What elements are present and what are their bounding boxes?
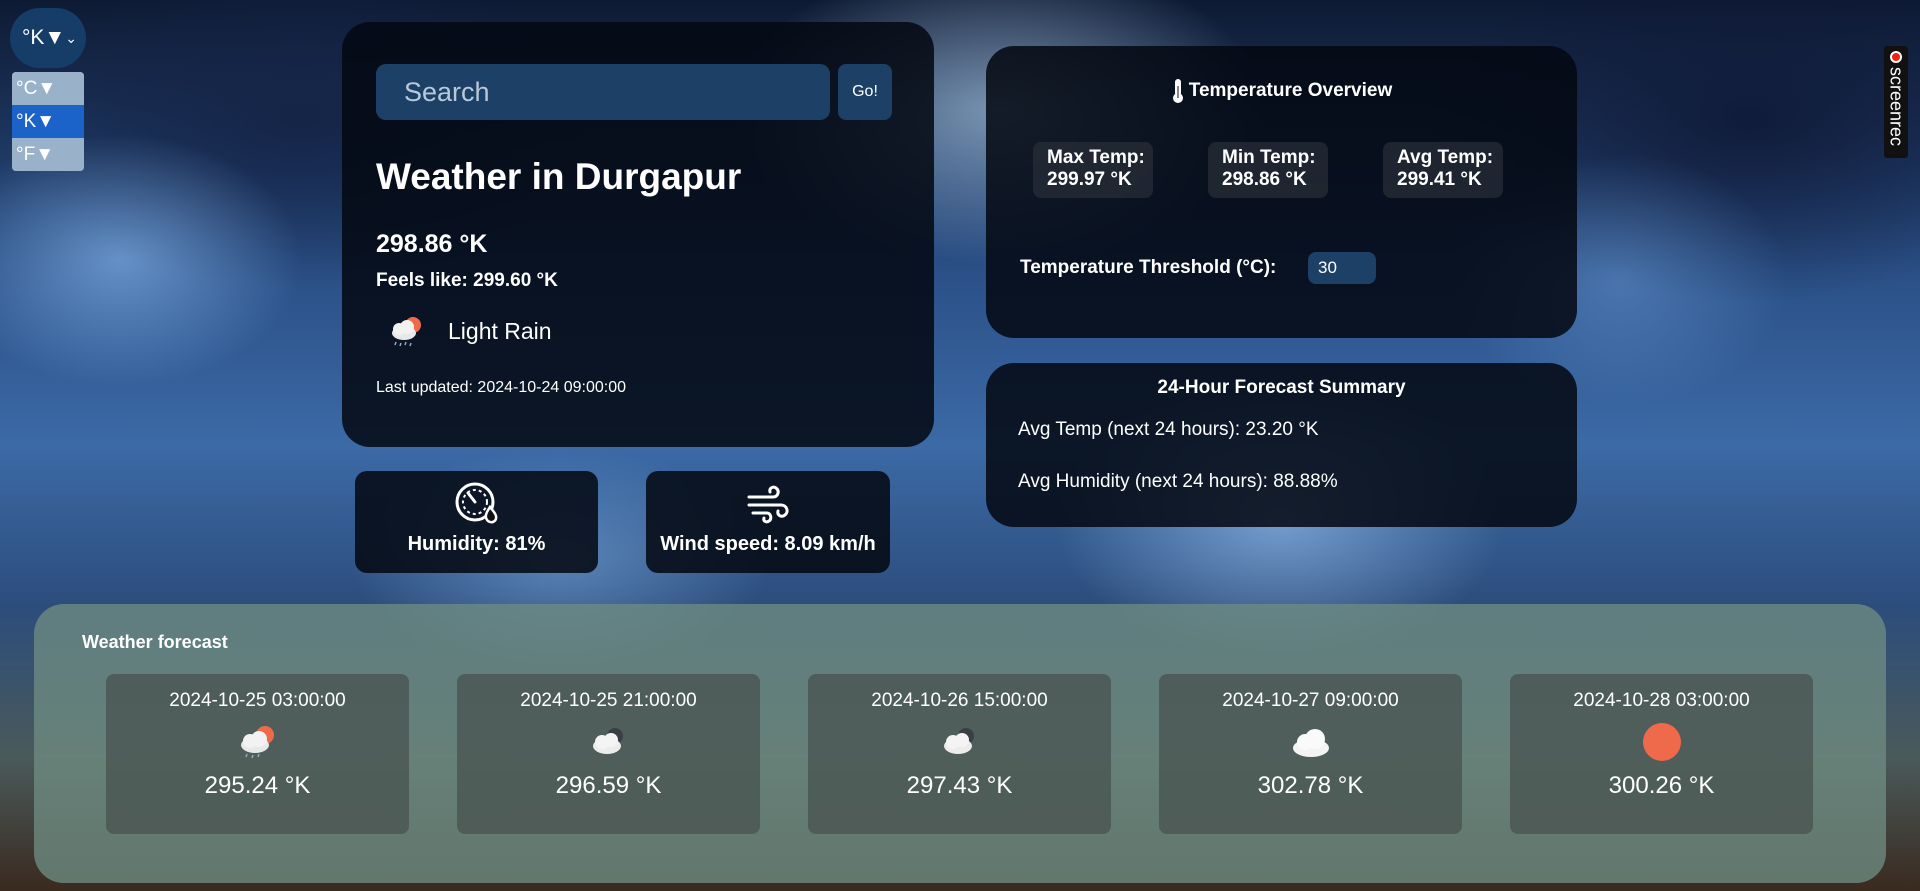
- humidity-label: Humidity: 81%: [407, 533, 546, 555]
- feels-like: Feels like: 299.60 °K: [376, 270, 558, 291]
- avg-temp-label: Avg Temp:: [1397, 147, 1494, 168]
- avg-temp-box: Avg Temp: 299.41 °K: [1383, 142, 1503, 198]
- forecast-temp: 302.78 °K: [1257, 772, 1364, 799]
- sun-icon: [1642, 723, 1681, 761]
- wind-card: Wind speed: 8.09 km/h: [646, 471, 890, 573]
- forecast-date: 2024-10-27 09:00:00: [1222, 690, 1399, 711]
- humidity-gauge-icon: [455, 482, 497, 524]
- condition-text: Light Rain: [448, 318, 552, 344]
- overview-title: Temperature Overview: [986, 78, 1577, 104]
- unit-option-fahrenheit[interactable]: °F▼: [12, 138, 84, 171]
- forecast-item: 2024-10-26 15:00:00 297.43 °K: [808, 674, 1111, 834]
- min-temp-value: 298.86 °K: [1222, 169, 1307, 190]
- wind-icon: [747, 485, 789, 524]
- forecast-date: 2024-10-25 21:00:00: [520, 690, 697, 711]
- forecast-24h-title: 24-Hour Forecast Summary: [1157, 377, 1406, 398]
- forecast-temp: 295.24 °K: [204, 772, 311, 799]
- wind-label: Wind speed: 8.09 km/h: [660, 533, 876, 555]
- forecast-item: 2024-10-28 03:00:00 300.26 °K: [1510, 674, 1813, 834]
- forecast-item: 2024-10-25 03:00:00 295.24 °K: [106, 674, 409, 834]
- forecast-date: 2024-10-26 15:00:00: [871, 690, 1048, 711]
- humidity-card: Humidity: 81%: [355, 471, 598, 573]
- current-temperature: 298.86 °K: [376, 230, 488, 258]
- max-temp-box: Max Temp: 299.97 °K: [1033, 142, 1153, 198]
- cloud-moon-icon: [592, 728, 623, 754]
- forecast-item: 2024-10-27 09:00:00 302.78 °K: [1159, 674, 1462, 834]
- forecast-heading: Weather forecast: [82, 632, 228, 652]
- unit-options-list: °C▼ °K▼ °F▼: [12, 72, 84, 171]
- avg-temp-value: 299.41 °K: [1397, 169, 1482, 190]
- forecast-date: 2024-10-28 03:00:00: [1573, 690, 1750, 711]
- max-temp-label: Max Temp:: [1047, 147, 1145, 168]
- screenrec-badge[interactable]: screenrec: [1884, 46, 1908, 158]
- avg-humidity-24h: Avg Humidity (next 24 hours): 88.88%: [1018, 471, 1338, 492]
- unit-select[interactable]: °K▼ ⌄: [10, 8, 86, 68]
- current-weather-card: Go! Weather in Durgapur 298.86 °K Feels …: [342, 22, 934, 447]
- threshold-input[interactable]: [1308, 252, 1376, 284]
- forecast-temp: 296.59 °K: [555, 772, 662, 799]
- city-title: Weather in Durgapur: [376, 156, 742, 197]
- screenrec-label: screenrec: [1886, 67, 1907, 147]
- record-dot-icon: [1890, 51, 1902, 63]
- min-temp-box: Min Temp: 298.86 °K: [1208, 142, 1328, 198]
- cloud-sun-rain-icon: [392, 317, 421, 347]
- overview-title-text: Temperature Overview: [1188, 80, 1393, 102]
- min-temp-label: Min Temp:: [1222, 147, 1316, 168]
- forecast-24h-card: 24-Hour Forecast Summary Avg Temp (next …: [986, 363, 1577, 527]
- cloud-moon-icon: [943, 728, 974, 754]
- forecast-temp: 300.26 °K: [1608, 772, 1715, 799]
- threshold-label: Temperature Threshold (°C):: [1020, 257, 1277, 278]
- unit-option-kelvin[interactable]: °K▼: [12, 105, 84, 138]
- unit-select-value: °K▼: [22, 26, 66, 49]
- unit-option-celsius[interactable]: °C▼: [12, 72, 84, 105]
- forecast-date: 2024-10-25 03:00:00: [169, 690, 346, 711]
- search-input[interactable]: [376, 64, 830, 120]
- go-button[interactable]: Go!: [838, 64, 892, 120]
- thermometer-icon: [1172, 79, 1183, 103]
- max-temp-value: 299.97 °K: [1047, 169, 1132, 190]
- last-updated: Last updated: 2024-10-24 09:00:00: [376, 379, 626, 396]
- chevron-down-icon: ⌄: [65, 29, 77, 46]
- cloud-sun-rain-icon: [240, 726, 274, 759]
- forecast-item: 2024-10-25 21:00:00 296.59 °K: [457, 674, 760, 834]
- forecast-temp: 297.43 °K: [906, 772, 1013, 799]
- weather-forecast-panel: Weather forecast 2024-10-25 03:00:00 295…: [34, 604, 1886, 883]
- cloud-icon: [1292, 729, 1329, 757]
- temperature-overview-card: Temperature Overview Max Temp: 299.97 °K…: [986, 46, 1577, 338]
- avg-temp-24h: Avg Temp (next 24 hours): 23.20 °K: [1018, 419, 1319, 440]
